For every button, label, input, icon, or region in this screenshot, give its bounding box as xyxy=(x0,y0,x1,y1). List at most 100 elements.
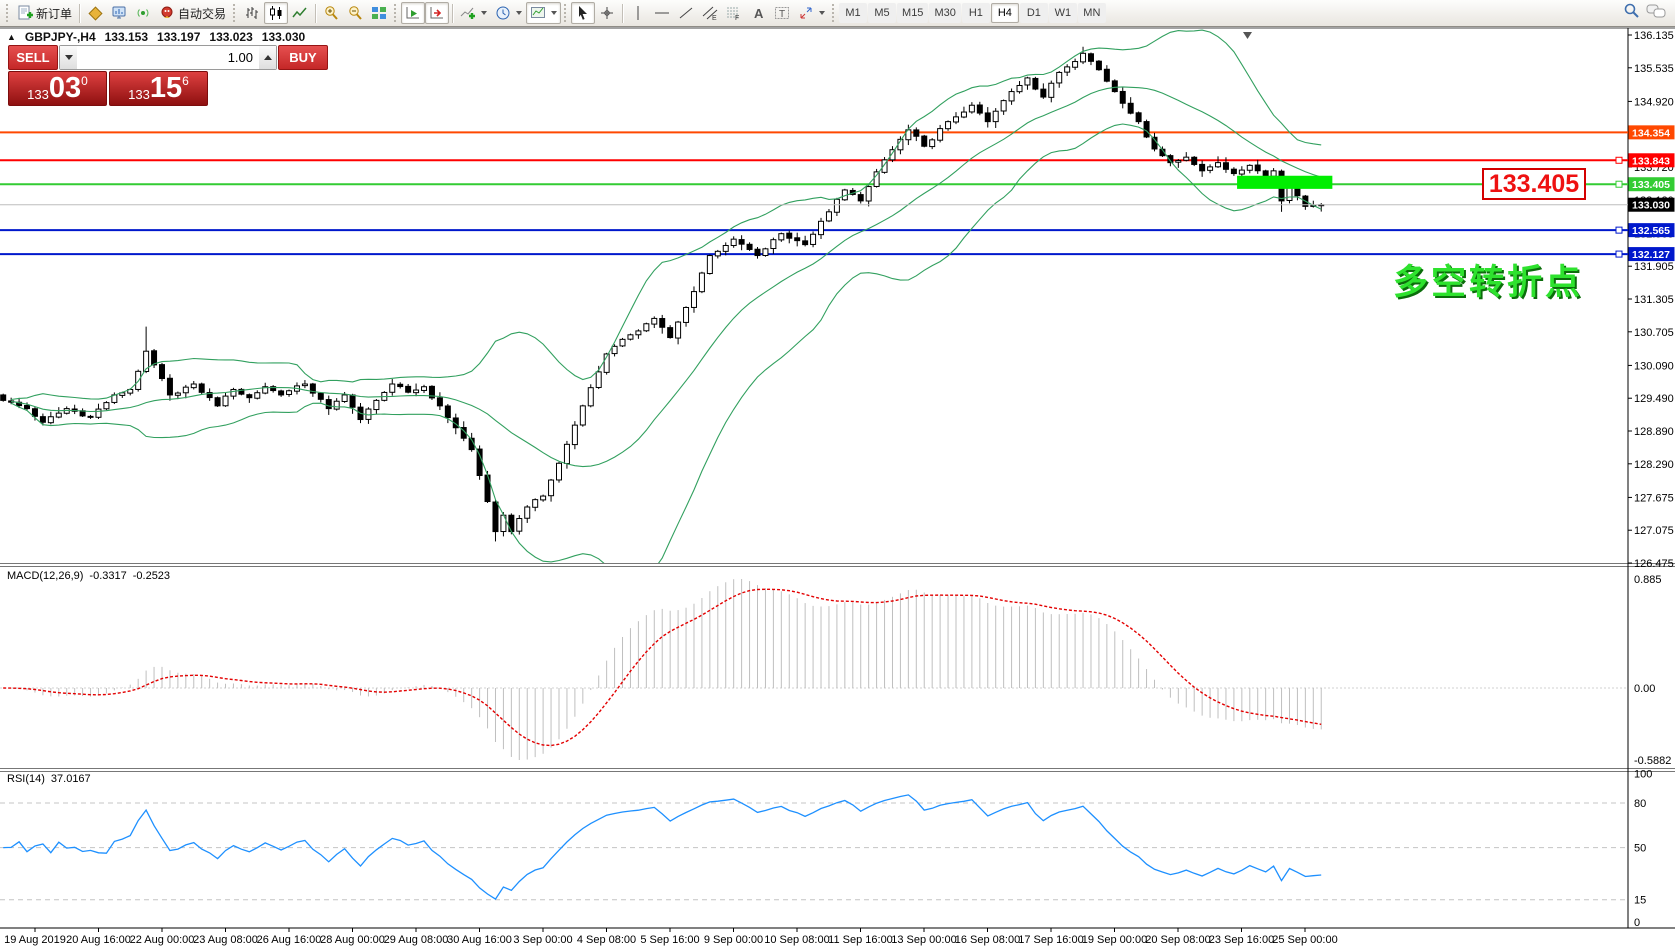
timeframe-button-M1[interactable]: M1 xyxy=(839,3,868,23)
chat-icon[interactable] xyxy=(1646,3,1666,24)
tile-windows-button[interactable] xyxy=(367,2,391,24)
volume-stepper xyxy=(59,45,277,70)
svg-text:132.565: 132.565 xyxy=(1632,225,1670,237)
indicators-button[interactable] xyxy=(456,2,491,24)
timeframe-button-M30[interactable]: M30 xyxy=(929,3,961,23)
signals-button[interactable] xyxy=(131,2,155,24)
price-tick-label: 131.305 xyxy=(1634,294,1674,306)
buy-price-big: 15 xyxy=(149,72,183,104)
autotrading-button[interactable]: 自动交易 xyxy=(155,2,230,24)
zoom-out-button[interactable] xyxy=(343,2,367,24)
zoom-in-button[interactable] xyxy=(319,2,343,24)
price-tick-label: 129.490 xyxy=(1634,393,1674,405)
hline-handle[interactable] xyxy=(1615,180,1623,188)
volume-input[interactable] xyxy=(77,46,259,69)
channel-tool-button[interactable]: E xyxy=(698,2,722,24)
price-tick-label: 134.920 xyxy=(1634,96,1674,108)
date-tick-label: 23 Aug 08:00 xyxy=(193,934,258,946)
periods-button[interactable] xyxy=(491,2,526,24)
timeframe-button-M15[interactable]: M15 xyxy=(897,3,929,23)
horizontal-line-tool-button[interactable] xyxy=(650,2,674,24)
chart-window[interactable]: 136.135135.535134.920134.320133.720133.1… xyxy=(0,27,1675,947)
arrows-tool-button[interactable] xyxy=(794,2,829,24)
text-tool-button[interactable]: A xyxy=(746,2,770,24)
price-callout-label[interactable]: 133.405 xyxy=(1482,168,1586,200)
timeframe-button-MN[interactable]: MN xyxy=(1077,3,1106,23)
highlight-rectangle[interactable] xyxy=(1237,175,1333,189)
triangle-down-icon xyxy=(64,55,73,60)
profiles-icon xyxy=(87,5,103,21)
buy-price-small: 133 xyxy=(128,87,150,102)
bar-chart-mode-button[interactable] xyxy=(240,2,264,24)
rsi-scale-label: 100 xyxy=(1634,768,1652,780)
volume-increase-button[interactable] xyxy=(259,46,276,69)
timeframe-group: M1 M5 M15 M30 H1 H4 D1 W1 MN xyxy=(839,3,1106,23)
search-icon[interactable] xyxy=(1623,2,1640,24)
dropdown-caret-icon xyxy=(481,11,488,15)
macd-name: MACD(12,26,9) xyxy=(7,570,84,582)
date-tick-label: 11 Sep 16:00 xyxy=(828,934,893,946)
svg-text:T: T xyxy=(779,9,785,20)
ohlc-high: 133.197 xyxy=(157,30,201,44)
line-chart-mode-button[interactable] xyxy=(288,2,312,24)
date-tick-label: 29 Aug 08:00 xyxy=(384,934,449,946)
timeframe-button-H4[interactable]: H4 xyxy=(990,3,1019,23)
price-badge: 132.565 xyxy=(1628,223,1675,238)
autotrading-icon xyxy=(159,5,175,21)
symbol-name: GBPJPY-,H4 xyxy=(24,30,96,44)
dropdown-caret-icon xyxy=(819,11,826,15)
price-badge: 133.843 xyxy=(1628,153,1675,168)
macd-signal-value: -0.2523 xyxy=(132,570,171,582)
vertical-line-tool-button[interactable] xyxy=(626,2,650,24)
date-tick-label: 28 Aug 00:00 xyxy=(320,934,385,946)
text-label-tool-button[interactable]: T xyxy=(770,2,794,24)
price-tick-label: 128.290 xyxy=(1634,459,1674,471)
timeframe-button-H1[interactable]: H1 xyxy=(961,3,990,23)
buy-price-display[interactable]: 133 15 6 xyxy=(109,71,208,106)
ohlc-bars-icon xyxy=(244,5,260,21)
toolbar-grip xyxy=(233,4,237,22)
rsi-indicator-label: RSI(14) 37.0167 xyxy=(7,773,91,785)
volume-decrease-button[interactable] xyxy=(60,46,77,69)
hline-handle[interactable] xyxy=(1615,226,1623,234)
cursor-tool-button[interactable] xyxy=(571,2,596,24)
text-label-icon: T xyxy=(774,5,790,21)
timeframe-button-W1[interactable]: W1 xyxy=(1048,3,1077,23)
templates-button[interactable] xyxy=(526,2,562,24)
price-tick-label: 128.890 xyxy=(1634,426,1674,438)
price-tick-label: 126.475 xyxy=(1634,558,1674,570)
fibonacci-tool-button[interactable]: F xyxy=(722,2,746,24)
svg-text:E: E xyxy=(712,15,717,21)
date-tick-label: 25 Sep 00:00 xyxy=(1272,934,1337,946)
svg-text:133.030: 133.030 xyxy=(1632,200,1670,212)
crosshair-tool-button[interactable] xyxy=(595,2,619,24)
profiles-button[interactable] xyxy=(83,2,107,24)
price-tick-label: 130.705 xyxy=(1634,327,1674,339)
auto-scroll-button[interactable] xyxy=(401,2,426,24)
buy-button[interactable]: BUY xyxy=(278,45,328,70)
new-order-icon xyxy=(17,5,33,21)
new-order-label: 新订单 xyxy=(36,6,73,21)
autotrading-label: 自动交易 xyxy=(178,6,227,21)
hline-handle[interactable] xyxy=(1615,250,1623,258)
candlestick-icon xyxy=(268,5,284,21)
market-watch-button[interactable] xyxy=(107,2,131,24)
sell-price-display[interactable]: 133 03 0 xyxy=(8,71,107,106)
svg-text:F: F xyxy=(735,15,739,21)
timeframe-button-M5[interactable]: M5 xyxy=(868,3,897,23)
sell-button[interactable]: SELL xyxy=(8,45,58,70)
chart-canvas[interactable]: 136.135135.535134.920134.320133.720133.1… xyxy=(0,27,1675,947)
main-toolbar: 新订单 自动交易 E F A T M1 M5 M15 M30 H1 H4 D1 W1 MN xyxy=(0,0,1675,27)
price-tick-label: 127.675 xyxy=(1634,492,1674,504)
new-order-button[interactable]: 新订单 xyxy=(13,2,76,24)
arrows-icon xyxy=(798,5,814,21)
candlestick-mode-button[interactable] xyxy=(264,2,289,24)
trendline-tool-button[interactable] xyxy=(674,2,698,24)
hline-handle[interactable] xyxy=(1615,156,1623,164)
chart-shift-button[interactable] xyxy=(425,2,450,24)
turning-point-annotation[interactable]: 多空转折点 xyxy=(1393,254,1583,305)
date-tick-label: 4 Sep 08:00 xyxy=(577,934,636,946)
rsi-scale-label: 15 xyxy=(1634,895,1646,907)
timeframe-button-D1[interactable]: D1 xyxy=(1019,3,1048,23)
vertical-line-icon xyxy=(630,5,646,21)
